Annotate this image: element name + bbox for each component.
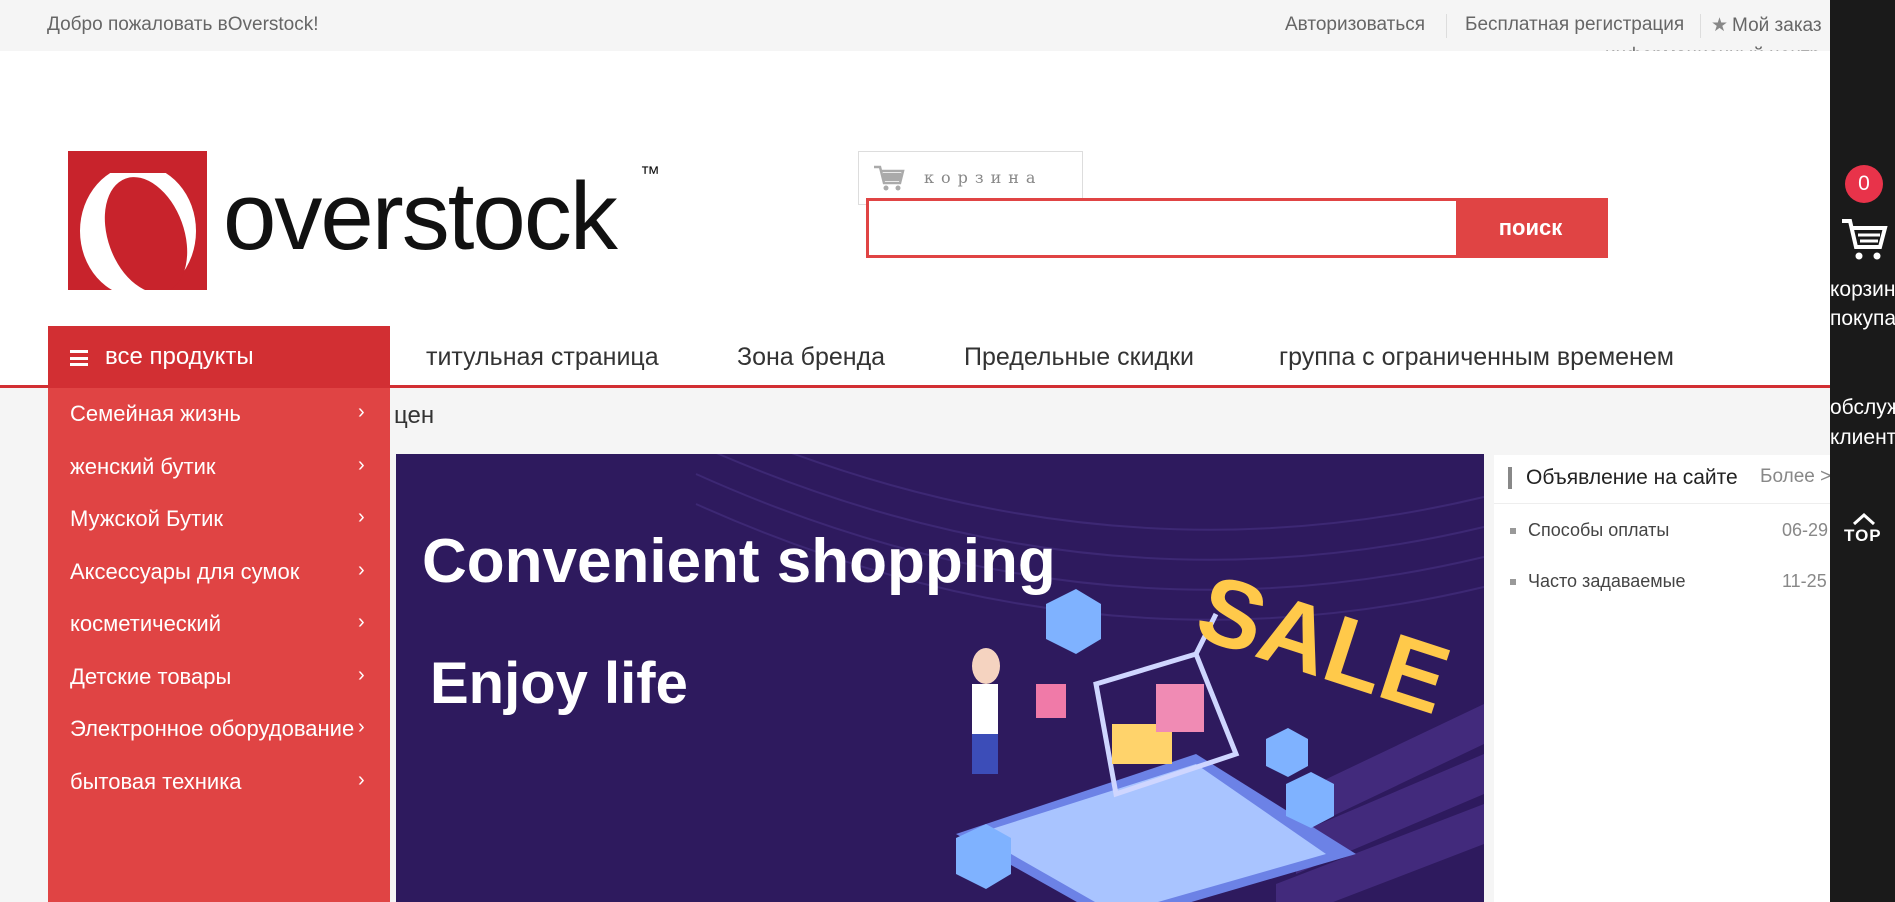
toolbar-cart-label-2[interactable]: покупа [1830, 307, 1895, 331]
chevron-right-icon: › [358, 454, 365, 476]
announcement-text: Часто задаваемые [1528, 571, 1686, 591]
category-label: Аксессуары для сумок [70, 559, 300, 584]
login-link[interactable]: Авторизоваться [1285, 14, 1425, 36]
announcement-text: Способы оплаты [1528, 520, 1670, 540]
chevron-right-icon: › [358, 769, 365, 791]
nav-item-discounts[interactable]: Предельные скидки [964, 343, 1194, 372]
banner-subheadline: Enjoy life [430, 651, 688, 716]
cart-button[interactable]: корзина [858, 151, 1083, 205]
register-link[interactable]: Бесплатная регистрация [1465, 14, 1684, 36]
cart-count-badge: 0 [1845, 165, 1883, 203]
bullet-icon [1510, 528, 1516, 535]
overstock-logo[interactable]: overstock ™ [68, 151, 668, 296]
cart-label: корзина [924, 168, 1043, 187]
chevron-right-icon: › [358, 664, 365, 686]
all-products-label: все продукты [105, 343, 254, 370]
my-orders-link[interactable]: ★ Мой заказ [1711, 14, 1822, 37]
category-label: косметический [70, 611, 222, 636]
category-label: женский бутик [70, 454, 216, 479]
star-icon: ★ [1711, 15, 1729, 36]
announcement-item[interactable]: Способы оплаты [1510, 520, 1669, 541]
breadcrumb: цен [394, 402, 435, 429]
chevron-right-icon: › [358, 401, 365, 423]
divider [1446, 14, 1447, 38]
site-announcements: Объявление на сайте Более > Способы опла… [1494, 455, 1831, 902]
divider [1494, 503, 1830, 504]
nav-item-limited-group[interactable]: группа с ограниченным временем [1279, 343, 1674, 372]
logo-mark [68, 151, 207, 290]
category-menu: Семейная жизнь › женский бутик › Мужской Б… [48, 388, 390, 902]
welcome-text: Добро пожаловать вOverstock! [47, 14, 319, 35]
logo-text: overstock [223, 163, 618, 270]
logo-trademark: ™ [640, 163, 660, 185]
my-orders-label: Мой заказ [1732, 15, 1822, 36]
customer-service-label-2[interactable]: клиент [1830, 426, 1895, 450]
right-toolbar: 0 корзина покупа обслуж клиент TOP [1830, 0, 1895, 902]
more-link[interactable]: Более > [1760, 466, 1831, 488]
nav-item-home[interactable]: титульная страница [426, 343, 659, 372]
back-to-top-label[interactable]: TOP [1844, 526, 1882, 546]
menu-icon [70, 350, 88, 366]
nav-item-brand-zone[interactable]: Зона бренда [737, 343, 885, 372]
bullet-icon [1510, 579, 1516, 586]
category-label: Детские товары [70, 664, 232, 689]
category-label: Семейная жизнь [70, 401, 241, 426]
search-box: поиск [866, 198, 1608, 258]
cart-icon [874, 165, 905, 191]
announcements-title: Объявление на сайте [1526, 466, 1738, 489]
search-input[interactable] [869, 201, 1459, 255]
chevron-right-icon: › [358, 506, 365, 528]
category-label: бытовая техника [70, 769, 242, 794]
cart-icon[interactable] [1840, 215, 1888, 263]
category-label: Мужской Бутик [70, 506, 223, 531]
announcement-date: 06-29 [1782, 520, 1829, 540]
customer-service-label[interactable]: обслуж [1830, 396, 1895, 420]
announcement-date: 11-25 [1782, 571, 1827, 591]
divider [1700, 14, 1701, 38]
announcement-item[interactable]: Часто задаваемые [1510, 571, 1686, 592]
banner-headline: Convenient shopping [422, 527, 1056, 596]
top-bar: Добро пожаловать вOverstock! Авторизоват… [0, 0, 1895, 51]
toolbar-cart-label[interactable]: корзина [1830, 278, 1895, 302]
promo-banner[interactable]: SALE Convenient shopping Enjoy life [396, 454, 1484, 902]
accent-bar [1508, 467, 1512, 489]
category-label: Электронное оборудование [70, 716, 355, 741]
sale-text: SALE [1185, 554, 1462, 735]
chevron-right-icon: › [358, 559, 365, 581]
search-button[interactable]: поиск [1456, 201, 1605, 255]
chevron-right-icon: › [358, 716, 365, 738]
all-products-button[interactable]: все продукты [48, 326, 390, 388]
chevron-right-icon: › [358, 611, 365, 633]
